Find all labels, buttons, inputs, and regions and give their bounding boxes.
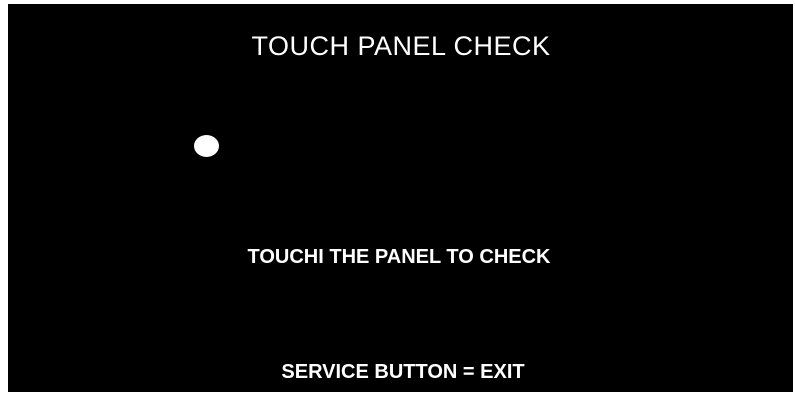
screen-title: TOUCH PANEL CHECK [251,31,551,61]
touch-point-icon [194,135,219,157]
instruction-text: TOUCHI THE PANEL TO CHECK [247,246,551,268]
exit-hint-text: SERVICE BUTTON = EXIT [281,361,525,383]
touch-panel-check-screen[interactable]: TOUCH PANEL CHECK TOUCHI THE PANEL TO CH… [8,4,793,392]
